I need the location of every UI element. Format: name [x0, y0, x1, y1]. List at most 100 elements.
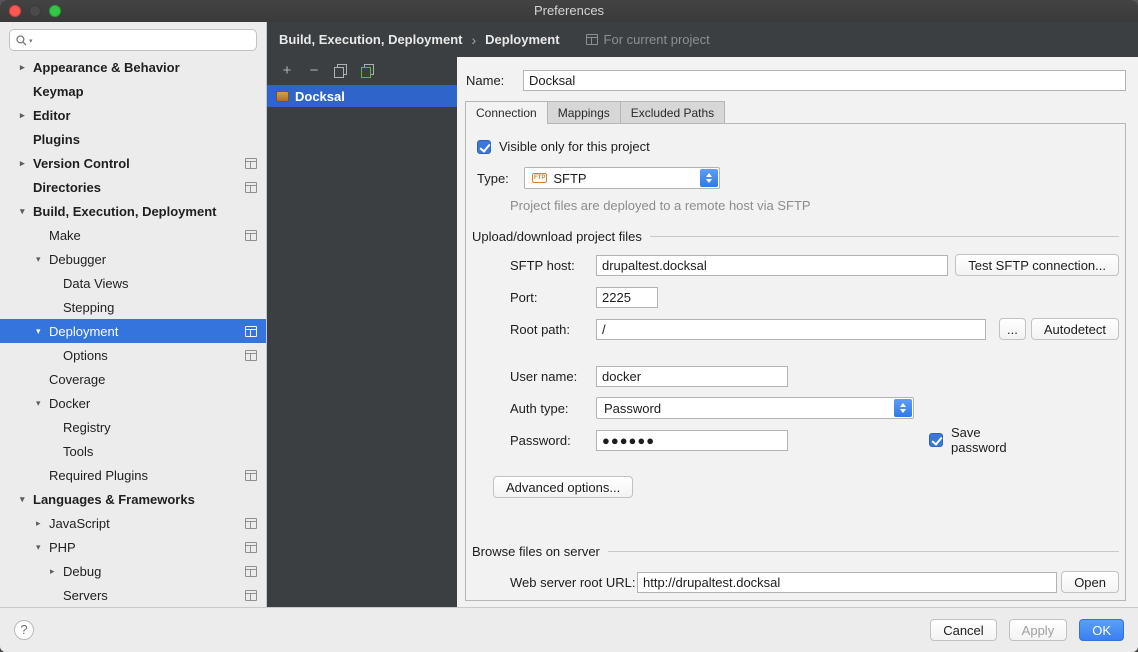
chevron-right-icon[interactable]: ▸ [50, 566, 63, 577]
sidebar-item-debug[interactable]: ▸Debug [0, 559, 266, 583]
server-list-item-docksal[interactable]: Docksal [267, 85, 457, 107]
chevron-down-icon[interactable]: ▾ [36, 542, 49, 553]
name-label: Name: [466, 73, 523, 88]
sidebar-item-label: Servers [63, 588, 108, 603]
test-sftp-connection-button[interactable]: Test SFTP connection... [955, 254, 1119, 276]
section-divider [608, 551, 1119, 552]
advanced-options-button[interactable]: Advanced options... [493, 476, 633, 498]
remove-icon[interactable] [307, 64, 321, 78]
save-password-label: Save password [951, 425, 1037, 455]
chevron-down-icon [706, 179, 712, 183]
sidebar-item-languages-frameworks[interactable]: ▾Languages & Frameworks [0, 487, 266, 511]
sidebar-item-data-views[interactable]: Data Views [0, 271, 266, 295]
sidebar-item-stepping[interactable]: Stepping [0, 295, 266, 319]
password-input[interactable] [596, 430, 788, 451]
sidebar-item-label: PHP [49, 540, 76, 555]
chevron-down-icon[interactable]: ▾ [36, 326, 49, 337]
sftp-host-input[interactable] [596, 255, 948, 276]
sidebar-item-registry[interactable]: Registry [0, 415, 266, 439]
help-button[interactable]: ? [14, 620, 34, 640]
sidebar-item-options[interactable]: Options [0, 343, 266, 367]
sidebar-item-tools[interactable]: Tools [0, 439, 266, 463]
sidebar-item-label: Languages & Frameworks [33, 492, 195, 507]
browse-root-button[interactable]: ... [999, 318, 1026, 340]
save-password-checkbox[interactable] [929, 433, 943, 447]
sidebar-item-keymap[interactable]: Keymap [0, 79, 266, 103]
apply-button[interactable]: Apply [1009, 619, 1068, 641]
server-list: Docksal [267, 85, 457, 107]
minimize-button[interactable] [29, 5, 41, 17]
sidebar-item-coverage[interactable]: Coverage [0, 367, 266, 391]
chevron-down-icon[interactable]: ▾ [36, 254, 49, 265]
sidebar-item-directories[interactable]: Directories [0, 175, 266, 199]
tab-excluded-paths[interactable]: Excluded Paths [620, 101, 725, 123]
chevron-down-icon[interactable]: ▾ [20, 494, 33, 505]
auth-type-row: Auth type: Password [510, 397, 1119, 419]
sidebar-item-label: Make [49, 228, 81, 243]
chevron-right-icon[interactable]: ▸ [20, 158, 33, 169]
close-button[interactable] [9, 5, 21, 17]
sidebar-item-docker[interactable]: ▾Docker [0, 391, 266, 415]
chevron-down-icon[interactable]: ▾ [20, 206, 33, 217]
sidebar-item-version-control[interactable]: ▸Version Control [0, 151, 266, 175]
auth-type-select[interactable]: Password [596, 397, 914, 419]
sidebar-item-debugger[interactable]: ▾Debugger [0, 247, 266, 271]
name-input[interactable] [523, 70, 1126, 91]
search-scope-chevron-icon[interactable]: ▾ [29, 37, 33, 45]
sidebar-item-label: Plugins [33, 132, 80, 147]
search-input[interactable]: ▾ [9, 29, 257, 51]
sidebar-item-appearance-behavior[interactable]: ▸Appearance & Behavior [0, 55, 266, 79]
search-area: ▾ [0, 22, 266, 55]
zoom-button[interactable] [49, 5, 61, 17]
current-project-icon [245, 542, 257, 553]
sidebar-item-deployment[interactable]: ▾Deployment [0, 319, 266, 343]
ok-button[interactable]: OK [1079, 619, 1124, 641]
current-project-icon [586, 34, 598, 45]
breadcrumb-section[interactable]: Build, Execution, Deployment [279, 32, 462, 47]
user-name-input[interactable] [596, 366, 788, 387]
duplicate-icon[interactable] [361, 64, 375, 78]
sidebar-item-make[interactable]: Make [0, 223, 266, 247]
chevron-down-icon[interactable]: ▾ [36, 398, 49, 409]
sidebar-item-label: Editor [33, 108, 71, 123]
sidebar-item-javascript[interactable]: ▸JavaScript [0, 511, 266, 535]
type-value: SFTP [553, 171, 586, 186]
sidebar-item-plugins[interactable]: Plugins [0, 127, 266, 151]
sftp-host-label: SFTP host: [510, 258, 596, 273]
sidebar-item-servers[interactable]: Servers [0, 583, 266, 607]
root-path-label: Root path: [510, 322, 596, 337]
type-help-text: Project files are deployed to a remote h… [510, 198, 1119, 213]
password-label: Password: [510, 433, 596, 448]
port-input[interactable] [596, 287, 658, 308]
sidebar-item-label: Registry [63, 420, 111, 435]
web-root-label: Web server root URL: [510, 575, 637, 590]
chevron-right-icon[interactable]: ▸ [36, 518, 49, 529]
current-project-icon [245, 590, 257, 601]
sidebar-item-build-execution-deployment[interactable]: ▾Build, Execution, Deployment [0, 199, 266, 223]
copy-icon[interactable] [334, 64, 348, 78]
chevron-right-icon[interactable]: ▸ [20, 110, 33, 121]
chevron-right-icon[interactable]: ▸ [20, 62, 33, 73]
root-path-input[interactable] [596, 319, 986, 340]
web-root-input[interactable] [637, 572, 1057, 593]
cancel-button[interactable]: Cancel [930, 619, 996, 641]
type-select[interactable]: FTP SFTP [524, 167, 720, 189]
preferences-window: Preferences ▾ ▸Appearance & BehaviorKeym… [0, 0, 1138, 652]
current-project-icon [245, 350, 257, 361]
add-icon[interactable] [280, 64, 294, 78]
save-password-row: Save password [929, 425, 1037, 455]
advanced-options-row: Advanced options... [493, 476, 1119, 498]
sidebar-item-editor[interactable]: ▸Editor [0, 103, 266, 127]
sftp-host-row: SFTP host: Test SFTP connection... [510, 254, 1119, 276]
open-button[interactable]: Open [1061, 571, 1119, 593]
visible-only-checkbox[interactable] [477, 140, 491, 154]
sidebar-item-required-plugins[interactable]: Required Plugins [0, 463, 266, 487]
sidebar-item-label: Keymap [33, 84, 84, 99]
tab-connection[interactable]: Connection [465, 101, 548, 123]
settings-sidebar: ▾ ▸Appearance & BehaviorKeymap▸EditorPlu… [0, 22, 267, 607]
autodetect-button[interactable]: Autodetect [1031, 318, 1119, 340]
tab-mappings[interactable]: Mappings [547, 101, 621, 123]
settings-tabs: ConnectionMappingsExcluded Paths [465, 101, 1126, 123]
current-project-icon [245, 158, 257, 169]
sidebar-item-php[interactable]: ▾PHP [0, 535, 266, 559]
